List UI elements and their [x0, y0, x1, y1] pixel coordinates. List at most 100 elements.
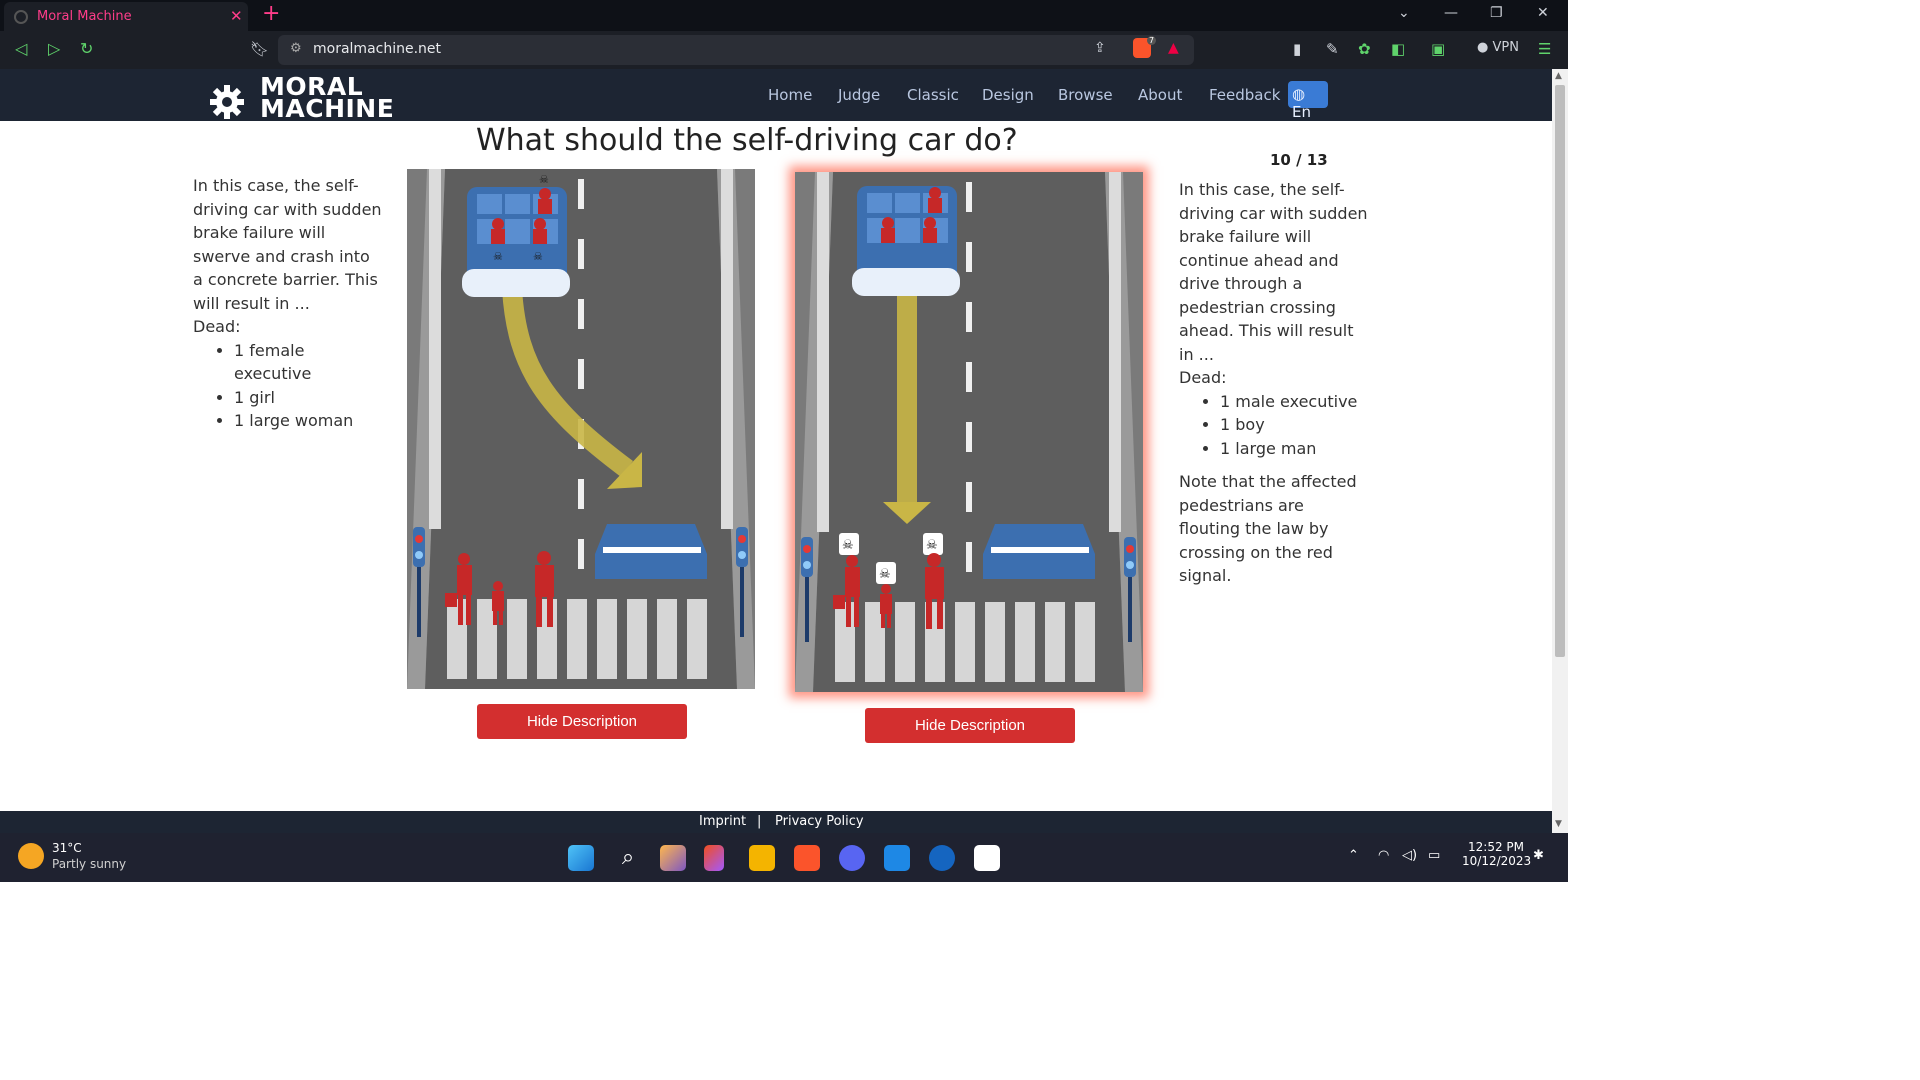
url-text: moralmachine.net	[313, 41, 442, 57]
nav-classic[interactable]: Classic	[907, 86, 959, 104]
site-footer: Imprint | Privacy Policy	[0, 811, 1552, 833]
nav-browse[interactable]: Browse	[1058, 86, 1113, 104]
battery-icon[interactable]: ▭	[1428, 848, 1440, 863]
language-button[interactable]: ◍ En	[1288, 81, 1328, 121]
right-scenario-illustration: ☠ ☠ ☠	[795, 172, 1143, 692]
right-description-text: In this case, the self-driving car with …	[1179, 180, 1368, 364]
site-info-icon[interactable]: ⚙	[290, 41, 302, 56]
tab-search-chevron-icon[interactable]: ⌄	[1398, 5, 1410, 21]
right-description: In this case, the self-driving car with …	[1179, 178, 1369, 588]
nav-about[interactable]: About	[1138, 86, 1182, 104]
window-close-button[interactable]: ✕	[1537, 5, 1549, 21]
left-scenario-option[interactable]: ☠ ☠ ☠	[407, 169, 755, 689]
copilot-icon[interactable]	[660, 845, 686, 871]
weather-sun-icon[interactable]	[18, 843, 44, 869]
sidebar-icon[interactable]: ◧	[1391, 40, 1405, 58]
minimize-button[interactable]: —	[1444, 5, 1458, 21]
figma-icon[interactable]	[704, 845, 724, 871]
right-hide-description-button[interactable]: Hide Description	[865, 708, 1075, 743]
svg-text:☠: ☠	[842, 538, 854, 553]
volume-icon[interactable]: ◁)	[1402, 848, 1417, 863]
weather-temperature[interactable]: 31°C	[52, 841, 82, 855]
left-scenario-illustration: ☠ ☠ ☠	[407, 169, 755, 689]
reload-button[interactable]: ↻	[80, 39, 93, 58]
close-tab-icon[interactable]: ✕	[230, 7, 243, 25]
restore-button[interactable]: ❐	[1490, 5, 1503, 21]
list-item: 1 female executive	[234, 339, 383, 386]
globe-icon: ◍	[1292, 85, 1306, 103]
shields-count-badge: 7	[1147, 36, 1157, 45]
list-item: 1 male executive	[1220, 390, 1369, 414]
notion-icon[interactable]	[974, 845, 1000, 871]
privacy-policy-link[interactable]: Privacy Policy	[775, 814, 864, 829]
brave-rewards-icon[interactable]: ▲	[1168, 40, 1179, 56]
scenario-counter: 10 / 13	[1270, 151, 1328, 169]
weather-description[interactable]: Partly sunny	[52, 857, 126, 871]
discord-icon[interactable]	[839, 845, 865, 871]
windows-taskbar: 31°C Partly sunny ⌕ ⌃ ◠ ◁) ▭ 12:52 PM 10…	[0, 833, 1568, 882]
tab-title: Moral Machine	[37, 9, 132, 24]
share-icon[interactable]: ⇪	[1094, 40, 1106, 56]
back-button[interactable]: ◁	[15, 39, 27, 58]
wifi-icon[interactable]: ◠	[1378, 848, 1389, 863]
nav-feedback[interactable]: Feedback	[1209, 86, 1280, 104]
page-title: What should the self-driving car do?	[476, 123, 1018, 158]
svg-text:☠: ☠	[539, 173, 549, 186]
gear-logo-icon	[210, 85, 244, 119]
svg-text:☠: ☠	[879, 567, 891, 582]
vpn-button[interactable]: ● VPN	[1477, 40, 1519, 55]
list-item: 1 large man	[1220, 437, 1369, 461]
footer-separator: |	[757, 814, 762, 829]
svg-text:☠: ☠	[926, 538, 938, 553]
clock-date: 10/12/2023	[1462, 854, 1532, 868]
browser-tab-bar: Moral Machine ✕ + ⌄ — ❐ ✕	[0, 0, 1568, 31]
brave-browser-icon[interactable]	[794, 845, 820, 871]
vpn-label: VPN	[1492, 40, 1519, 55]
wallet-icon[interactable]: ▣	[1431, 40, 1445, 58]
left-dead-label: Dead:	[193, 317, 241, 336]
vscode-icon[interactable]	[884, 845, 910, 871]
left-hide-description-button[interactable]: Hide Description	[477, 704, 687, 739]
address-bar[interactable]: ⚙ moralmachine.net ⇪ 7 ▲	[278, 35, 1194, 65]
language-label: En	[1292, 103, 1311, 121]
menu-icon[interactable]: ☰	[1538, 40, 1551, 58]
svg-text:☠: ☠	[493, 250, 503, 263]
reading-list-icon[interactable]: ▮	[1293, 40, 1301, 58]
bookmark-icon[interactable]: 🔖︎	[250, 40, 269, 58]
scroll-up-arrow-icon[interactable]: ▲	[1555, 71, 1562, 81]
taskbar-clock[interactable]: 12:52 PM 10/12/2023	[1462, 840, 1532, 868]
favicon-icon	[14, 10, 28, 24]
nav-design[interactable]: Design	[982, 86, 1034, 104]
page-scrollbar[interactable]: ▲ ▼	[1552, 69, 1568, 833]
imprint-link[interactable]: Imprint	[699, 814, 746, 829]
file-explorer-icon[interactable]	[749, 845, 775, 871]
list-item: 1 girl	[234, 386, 383, 410]
search-icon[interactable]: ⌕	[615, 845, 641, 871]
extensions-icon[interactable]: ✿	[1358, 40, 1371, 58]
left-description-text: In this case, the self-driving car with …	[193, 176, 382, 313]
browser-toolbar: ◁ ▷ ↻ 🔖︎ ⚙ moralmachine.net ⇪ 7 ▲ ▮ ✎ ✿ …	[0, 31, 1568, 69]
left-dead-list: 1 female executive 1 girl 1 large woman	[193, 339, 383, 433]
firefox-icon[interactable]	[929, 845, 955, 871]
site-navbar: MORAL MACHINE Home Judge Classic Design …	[0, 69, 1552, 121]
scrollbar-thumb[interactable]	[1555, 85, 1565, 657]
right-dead-label: Dead:	[1179, 368, 1227, 387]
forward-button[interactable]: ▷	[48, 39, 60, 58]
right-note: Note that the affected pedestrians are f…	[1179, 472, 1357, 585]
nav-judge[interactable]: Judge	[838, 86, 880, 104]
notifications-icon[interactable]: ✱	[1533, 848, 1544, 863]
svg-text:☠: ☠	[533, 250, 543, 263]
scroll-down-arrow-icon[interactable]: ▼	[1555, 819, 1562, 829]
nav-home[interactable]: Home	[768, 86, 812, 104]
right-scenario-option[interactable]: ☠ ☠ ☠	[795, 172, 1143, 692]
clock-time: 12:52 PM	[1468, 840, 1524, 854]
new-tab-button[interactable]: +	[262, 2, 280, 26]
logo-line-2: MACHINE	[260, 94, 395, 123]
start-icon[interactable]	[568, 845, 594, 871]
pen-icon[interactable]: ✎	[1326, 40, 1339, 58]
list-item: 1 large woman	[234, 409, 383, 433]
right-dead-list: 1 male executive 1 boy 1 large man	[1179, 390, 1369, 461]
browser-tab[interactable]: Moral Machine ✕	[4, 2, 248, 31]
left-description: In this case, the self-driving car with …	[193, 174, 383, 433]
show-hidden-icons-chevron-icon[interactable]: ⌃	[1348, 848, 1359, 863]
